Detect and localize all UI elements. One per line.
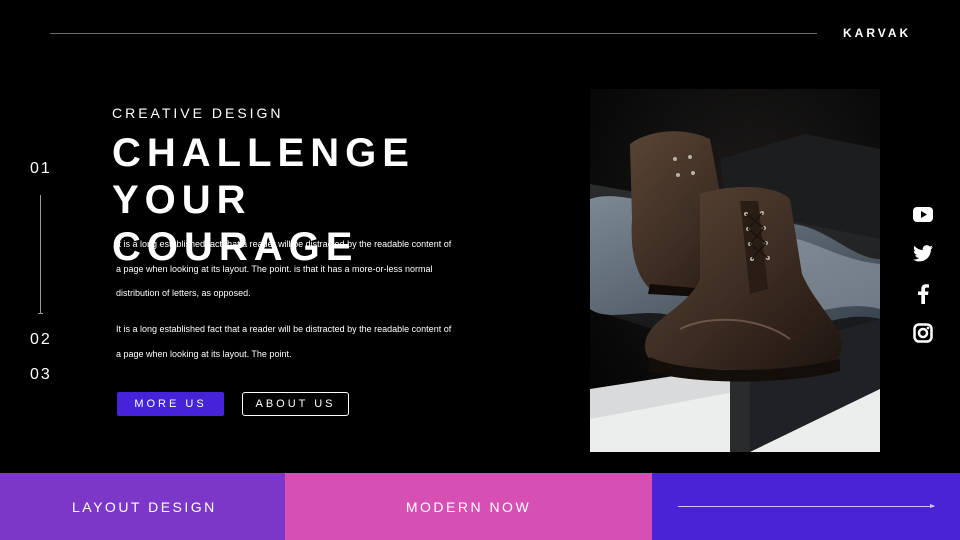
brand-logo[interactable]: KARVAK bbox=[843, 26, 911, 40]
twitter-icon[interactable] bbox=[911, 241, 935, 265]
footer-panel-next[interactable] bbox=[652, 473, 960, 540]
about-us-button[interactable]: ABOUT US bbox=[242, 392, 349, 416]
page-number-02[interactable]: 02 bbox=[30, 331, 52, 349]
footer-label-layout-design: LAYOUT DESIGN bbox=[72, 498, 217, 515]
headline-line-1: CHALLENGE bbox=[112, 131, 415, 175]
pagination-progress-line bbox=[38, 195, 43, 314]
hero-kicker: CREATIVE DESIGN bbox=[112, 105, 284, 121]
hero-headline: CHALLENGE YOUR COURAGE bbox=[112, 130, 415, 271]
body-paragraph-2: It is a long established fact that a rea… bbox=[116, 324, 452, 359]
youtube-icon[interactable] bbox=[911, 202, 935, 226]
footer-panel-layout-design[interactable]: LAYOUT DESIGN bbox=[0, 473, 285, 540]
product-photo-boots bbox=[590, 89, 880, 452]
footer-panel-modern-now[interactable]: MODERN NOW bbox=[285, 473, 652, 540]
headline-line-2: YOUR bbox=[112, 178, 252, 222]
header-divider bbox=[50, 33, 817, 34]
footer-label-modern-now: MODERN NOW bbox=[405, 498, 532, 515]
page-number-01[interactable]: 01 bbox=[30, 160, 52, 178]
facebook-icon[interactable] bbox=[911, 282, 935, 306]
more-us-button[interactable]: MORE US bbox=[117, 392, 224, 416]
arrow-right-icon[interactable] bbox=[678, 504, 935, 508]
page-number-03[interactable]: 03 bbox=[30, 366, 52, 384]
instagram-icon[interactable] bbox=[911, 321, 935, 345]
headline-line-3: COURAGE bbox=[112, 225, 359, 269]
